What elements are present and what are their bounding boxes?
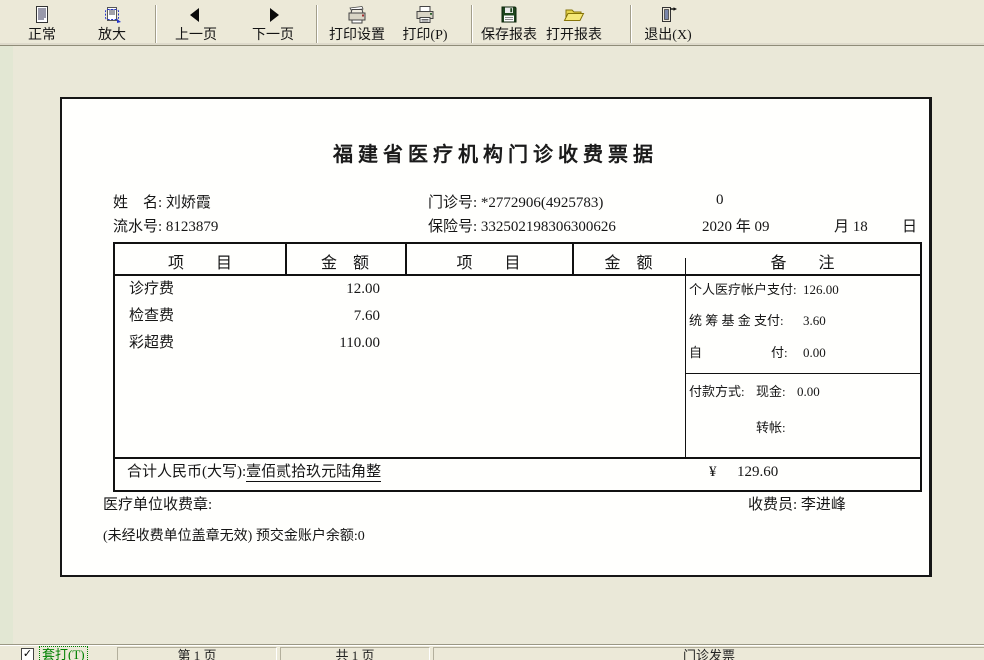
date-part2: 月 18	[834, 219, 868, 235]
insurance-no-row: 保险号: 332502198306300626	[428, 218, 616, 237]
personal-account-value: 126.00	[803, 282, 839, 297]
print-setup-icon	[345, 4, 369, 26]
serial-no-value: 8123879	[165, 219, 219, 235]
header-amount-2: 金 额	[604, 255, 653, 272]
header-amount-1: 金 额	[320, 255, 369, 272]
fee-table: 项 目 金 额 项 目 金 额 备 注 诊疗费 12.00 检查费 7.60 彩…	[113, 242, 922, 492]
total-pages-text: 共 1 页	[335, 648, 375, 660]
overlay-print-checkbox[interactable]: ✓	[21, 648, 34, 660]
toolbar: 正常 放大 上一页 下一页 打印设置 打印(P) 保存报表 打开报表 退出(X)	[0, 0, 984, 46]
total-row-line	[115, 457, 920, 459]
overlay-print-label[interactable]: 套打(T)	[39, 646, 88, 660]
header-item-1: 项 目	[167, 255, 232, 272]
insurance-no-label: 保险号:	[428, 219, 481, 235]
doc-type-panel: 门诊发票	[433, 647, 984, 660]
next-page-label: 下一页	[252, 28, 294, 43]
self-pay-label-right: 付:	[771, 345, 788, 360]
prev-page-icon	[187, 4, 205, 26]
save-report-button[interactable]: 保存报表	[478, 2, 540, 45]
print-setup-button[interactable]: 打印设置	[324, 2, 390, 45]
clinic-no-value: *2772906(4925783)	[480, 195, 604, 211]
self-pay-label-left: 自	[689, 345, 703, 360]
date-part3: 日	[902, 219, 918, 235]
header-item-2: 项 目	[456, 255, 521, 272]
zoom-in-button[interactable]: 放大	[83, 2, 141, 45]
serial-no-row: 流水号: 8123879	[113, 218, 218, 237]
fee-item-amount: 7.60	[353, 308, 380, 324]
personal-account-label: 个人医疗帐户支付:	[689, 282, 797, 297]
total-amount-words: 壹佰贰拾玖元陆角整	[246, 464, 382, 482]
receipt-page: 福建省医疗机构门诊收费票据 姓 名: 刘娇霞 门诊号: *2772906(492…	[60, 97, 932, 577]
prev-page-button[interactable]: 上一页	[165, 2, 227, 45]
next-page-icon	[264, 4, 282, 26]
header-remark: 备 注	[770, 255, 835, 272]
save-report-icon	[499, 4, 519, 26]
date-part1: 2020 年 09	[702, 219, 770, 235]
zoom-in-label: 放大	[98, 28, 126, 43]
patient-name-row: 姓 名: 刘娇霞	[113, 194, 211, 213]
exit-label: 退出(X)	[644, 28, 692, 43]
current-page-text: 第 1 页	[177, 648, 217, 660]
normal-view-icon	[32, 4, 52, 26]
print-setup-label: 打印设置	[329, 28, 385, 43]
doc-type-text: 门诊发票	[682, 648, 735, 660]
fee-item-name: 彩超费	[129, 335, 175, 351]
total-pages-panel: 共 1 页	[280, 647, 430, 660]
prev-page-label: 上一页	[175, 28, 217, 43]
toolbar-separator	[155, 5, 157, 43]
remark-column-line	[685, 258, 686, 457]
exit-button[interactable]: 退出(X)	[639, 2, 697, 45]
fee-item-amount: 12.00	[346, 281, 380, 297]
toolbar-separator	[316, 5, 318, 43]
fee-item-name: 诊疗费	[129, 281, 175, 297]
payment-method-label: 付款方式:	[689, 384, 745, 399]
next-page-button[interactable]: 下一页	[242, 2, 304, 45]
preview-left-strip	[0, 46, 13, 645]
transfer-label: 转帐:	[756, 420, 786, 435]
pooled-fund-label: 统 筹 基 金 支付:	[689, 313, 784, 328]
print-label: 打印(P)	[402, 28, 448, 43]
currency-symbol: ¥	[709, 464, 717, 480]
self-pay-value: 0.00	[803, 345, 826, 360]
open-report-button[interactable]: 打开报表	[543, 2, 605, 45]
zoom-in-icon	[102, 4, 122, 26]
report-preview-window: 正常 放大 上一页 下一页 打印设置 打印(P) 保存报表 打开报表 退出(X)…	[0, 0, 984, 660]
toolbar-separator	[630, 5, 632, 43]
open-report-icon	[563, 4, 585, 26]
total-amount-figure: 129.60	[737, 464, 779, 480]
insurance-no-value: 332502198306300626	[480, 219, 616, 235]
patient-name-value: 刘娇霞	[165, 195, 211, 211]
header-bottom-line	[115, 274, 920, 276]
current-page-panel: 第 1 页	[117, 647, 277, 660]
exit-icon	[658, 4, 678, 26]
fee-item-name: 检查费	[129, 308, 175, 324]
total-label: 合计人民币(大写):	[127, 464, 247, 480]
cash-label: 现金:	[756, 384, 786, 399]
cash-value: 0.00	[797, 384, 820, 399]
save-report-label: 保存报表	[481, 28, 537, 43]
cashier-name: 李进峰	[800, 497, 846, 513]
patient-name-label: 姓 名:	[113, 195, 166, 211]
total-row-text: 合计人民币(大写):壹佰贰拾玖元陆角整	[127, 463, 382, 482]
pooled-fund-value: 3.60	[803, 313, 826, 328]
status-bar: ✓ 套打(T) 第 1 页 共 1 页 门诊发票	[0, 644, 984, 660]
zero-value: 0	[716, 192, 724, 208]
cashier-label: 收费员:	[748, 497, 801, 513]
normal-view-label: 正常	[28, 28, 56, 43]
open-report-label: 打开报表	[546, 28, 602, 43]
normal-view-button[interactable]: 正常	[13, 2, 71, 45]
print-button[interactable]: 打印(P)	[396, 2, 454, 45]
seal-label: 医疗单位收费章:	[103, 497, 213, 513]
cashier-row: 收费员: 李进峰	[748, 496, 846, 515]
print-icon	[414, 4, 436, 26]
clinic-no-row: 门诊号: *2772906(4925783)	[428, 194, 603, 213]
receipt-title: 福建省医疗机构门诊收费票据	[333, 144, 658, 166]
remark-divider-line	[685, 373, 920, 374]
clinic-no-label: 门诊号:	[428, 195, 481, 211]
serial-no-label: 流水号:	[113, 219, 166, 235]
preview-area: 福建省医疗机构门诊收费票据 姓 名: 刘娇霞 门诊号: *2772906(492…	[0, 46, 984, 645]
toolbar-separator	[471, 5, 473, 43]
fee-item-amount: 110.00	[339, 335, 380, 351]
receipt-note: (未经收费单位盖章无效) 预交金账户余额:0	[103, 529, 365, 544]
